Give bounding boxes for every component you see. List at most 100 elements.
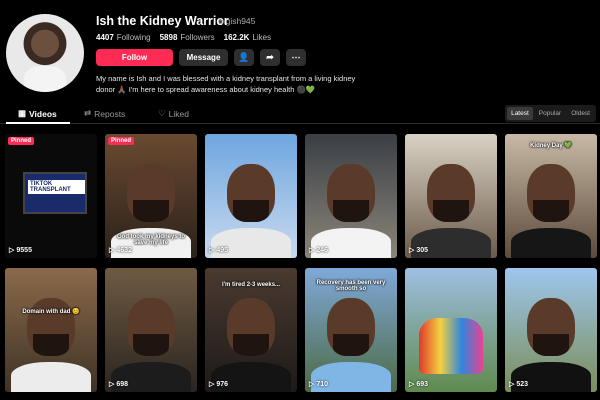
tv-text: TIKTOK TRANSPLANT [28,180,85,194]
thumbnail-beard [133,334,169,356]
view-count-value: 976 [216,380,229,388]
view-count-value: 698 [116,380,129,388]
thumbnail-beard [133,200,169,222]
thumbnail-beard [33,334,69,356]
view-count: ▷ 305 [409,246,429,255]
video-caption: Recovery has been very smooth so [316,280,386,292]
video-card[interactable]: ▷ 495 [205,134,297,258]
video-card[interactable]: Kidney Day 💚 [505,134,597,258]
followers-stat[interactable]: 5898 Followers [160,33,215,42]
heart-outline-icon: ♡ [158,108,166,118]
tab-reposts[interactable]: ⇄ Reposts [84,108,125,119]
video-card[interactable]: TIKTOK TRANSPLANT Pinned ▷ 9555 [5,134,97,258]
play-icon: ▷ [209,381,215,388]
profile-bio: My name is Ish and I was blessed with a … [96,73,364,95]
thumbnail-beard [333,200,369,222]
view-count-value: 9555 [16,246,32,254]
video-card[interactable]: ▷ 698 [105,268,197,392]
video-card[interactable]: I'm tired 2-3 weeks... ▷ 976 [205,268,297,392]
video-grid: TIKTOK TRANSPLANT Pinned ▷ 9555 Pinned Go… [5,134,597,392]
tab-videos-label: Videos [29,108,57,119]
avatar[interactable] [6,14,84,92]
bounce-house [419,318,483,374]
share-arrow-icon: ➦ [266,52,274,62]
add-friend-button[interactable]: 👤 [234,49,254,66]
bio-line-1: My name is Ish and I was blessed with a … [96,74,356,83]
pinned-badge: Pinned [108,137,135,145]
sort-latest[interactable]: Latest [507,107,533,120]
likes-count: 162.2K [223,33,250,42]
tab-liked-label: Liked [168,108,189,119]
sort-oldest[interactable]: Oldest [567,107,594,120]
profile-handle: bigish945 [219,16,256,26]
following-count: 4407 [96,33,114,42]
grid-icon: ▦ [18,108,27,118]
followers-count: 5898 [159,33,178,42]
video-card[interactable]: Pinned God took my kidneys to save my li… [105,134,197,258]
view-count-value: 4632 [116,246,132,254]
thumbnail-beard [533,334,569,356]
bio-line-2: donor 🙏🏾 I'm here to spread awareness ab… [96,85,316,94]
repost-icon: ⇄ [84,108,92,118]
tab-reposts-label: Reposts [94,108,126,119]
view-count-value: 305 [416,246,429,254]
view-count-value: 246 [316,246,329,254]
video-card[interactable]: Domain with dad 😊 [5,268,97,392]
thumbnail-beard [533,200,569,222]
play-icon: ▷ [9,247,15,254]
sort-toggle: Latest Popular Oldest [505,105,596,122]
video-caption: Domain with dad 😊 [22,309,80,315]
view-count-value: 495 [216,246,229,254]
share-button[interactable]: ➦ [260,49,280,66]
view-count: ▷ 4632 [109,246,132,255]
video-card[interactable]: Recovery has been very smooth so ▷ 710 [305,268,397,392]
following-label: Following [116,33,151,42]
video-card[interactable]: ▷ 305 [405,134,497,258]
view-count: ▷ 9555 [9,246,32,255]
play-icon: ▷ [109,247,115,254]
video-card[interactable]: ▷ 246 [305,134,397,258]
pinned-badge: Pinned [8,137,35,145]
view-count: ▷ 976 [209,380,229,389]
active-tab-indicator [6,122,70,124]
profile-stats: 4407 Following 5898 Followers 162.2K Likes [96,33,271,42]
view-count-value: 710 [316,380,329,388]
thumbnail-beard [233,334,269,356]
view-count-value: 523 [516,380,529,388]
likes-stat: 162.2K Likes [224,33,271,42]
play-icon: ▷ [409,381,415,388]
view-count: ▷ 246 [309,246,329,255]
more-dots-icon: ⋯ [291,52,301,62]
video-caption: God took my kidneys to save my life [116,234,185,246]
view-count: ▷ 698 [109,380,129,389]
video-card[interactable]: ▷ 523 [505,268,597,392]
more-button[interactable]: ⋯ [286,49,306,66]
follow-button[interactable]: Follow [96,49,173,66]
play-icon: ▷ [509,381,515,388]
play-icon: ▷ [109,381,115,388]
thumbnail-beard [333,334,369,356]
video-caption: I'm tired 2-3 weeks... [221,282,281,288]
message-button[interactable]: Message [179,49,228,66]
sort-popular[interactable]: Popular [535,107,565,120]
thumbnail-shirt [11,362,91,392]
play-icon: ▷ [309,381,315,388]
tv-screen: TIKTOK TRANSPLANT [23,172,87,214]
video-card[interactable]: ▷ 693 [405,268,497,392]
profile-actions: Follow Message 👤 ➦ ⋯ [96,49,306,66]
followers-label: Followers [180,33,215,42]
view-count: ▷ 693 [409,380,429,389]
profile-display-name: Ish the Kidney Warrior [96,14,229,28]
thumbnail-beard [233,200,269,222]
tab-videos[interactable]: ▦ Videos [18,108,57,119]
thumbnail-shirt [511,228,591,258]
view-count: ▷ 495 [209,246,229,255]
following-stat[interactable]: 4407 Following [96,33,151,42]
view-count: ▷ 710 [309,380,329,389]
thumbnail-beard [433,200,469,222]
add-user-icon: 👤 [238,52,250,62]
video-caption: Kidney Day 💚 [530,143,572,149]
view-count-value: 693 [416,380,429,388]
tab-liked[interactable]: ♡ Liked [158,108,189,119]
play-icon: ▷ [309,247,315,254]
